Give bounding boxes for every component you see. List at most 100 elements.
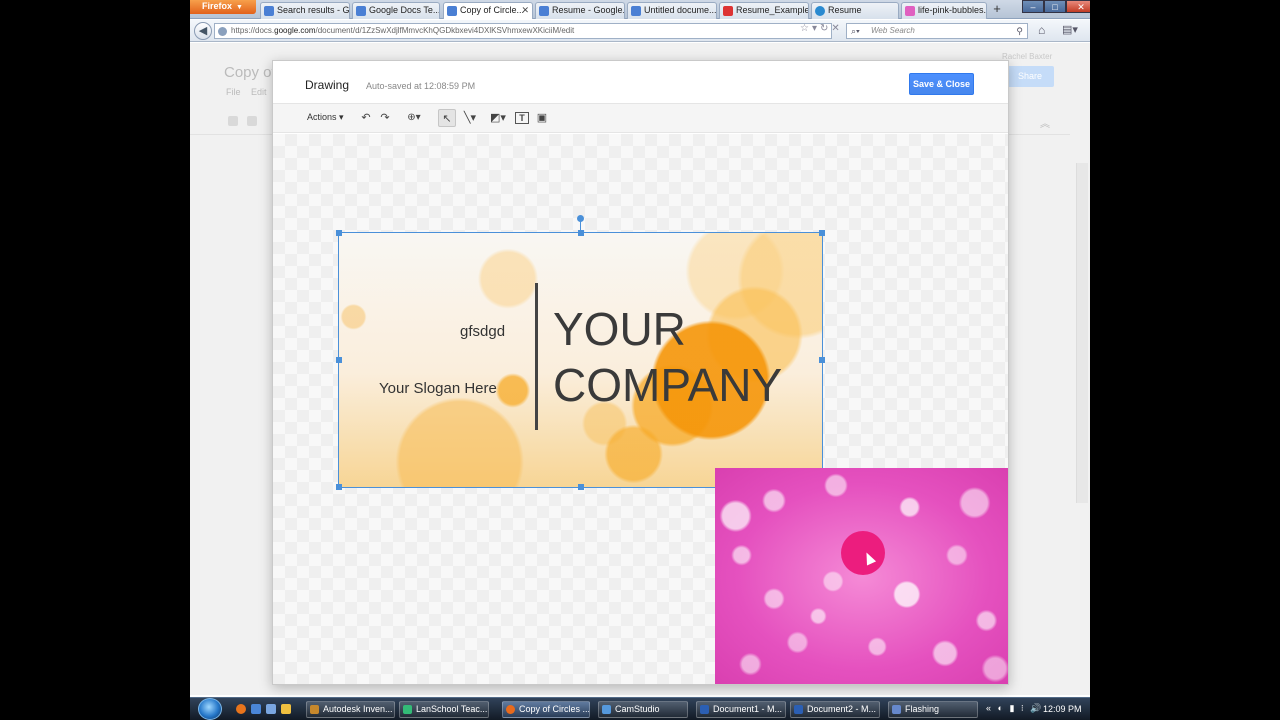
browser-tab-google-docs-te[interactable]: Google Docs Te...: [352, 2, 440, 19]
undo-icon[interactable]: [247, 116, 257, 126]
firefox-quicklaunch-icon[interactable]: [236, 704, 246, 714]
zoom-icon[interactable]: ⊕▾: [403, 109, 425, 127]
image-icon[interactable]: ▣: [535, 109, 549, 127]
task-flashing[interactable]: Flashing: [888, 701, 978, 718]
task-document2[interactable]: Document2 - M...: [790, 701, 880, 718]
task-label: CamStudio: [615, 704, 660, 714]
home-icon[interactable]: ⌂: [1038, 23, 1045, 37]
line-icon[interactable]: ╲▾: [459, 109, 481, 127]
url-domain: google.com: [274, 26, 316, 35]
task-label: Flashing: [905, 704, 940, 714]
firefox-menu-button[interactable]: Firefox ▼: [190, 0, 256, 14]
search-results-icon: [264, 6, 274, 16]
search-engine-icon[interactable]: ⌕▾: [851, 24, 860, 38]
reload-icon[interactable]: ↻: [820, 23, 831, 34]
browser-tab-resume-example[interactable]: Resume_Example...: [719, 2, 809, 19]
tab-label: Resume_Example...: [736, 5, 809, 15]
google-docs-icon: [447, 6, 457, 16]
google-docs-icon: [539, 6, 549, 16]
globe-icon: [815, 6, 825, 16]
browser-tab-untitled-document[interactable]: Untitled docume...: [627, 2, 717, 19]
system-tray[interactable]: « ◐ ▮ ⁝ 🔊: [986, 703, 1043, 714]
resize-handle-top-right[interactable]: [819, 230, 825, 236]
maximize-button[interactable]: □: [1044, 0, 1066, 13]
print-icon[interactable]: [228, 116, 238, 126]
collapse-icon[interactable]: ︽: [1040, 115, 1050, 130]
task-label: Autodesk Inven...: [323, 704, 393, 714]
document-scrollbar[interactable]: [1076, 163, 1088, 503]
pdf-icon: [723, 6, 733, 16]
tab-label: Copy of Circle...: [460, 5, 525, 15]
textbox-icon[interactable]: T: [515, 112, 529, 124]
close-tab-icon[interactable]: ✕: [521, 3, 529, 18]
browser-tab-strip: Firefox ▼ Search results - G... Google Do…: [190, 0, 1090, 19]
desktop-quicklaunch-icon[interactable]: [251, 704, 261, 714]
taskbar-clock[interactable]: 12:09 PM: [1043, 704, 1082, 714]
share-button[interactable]: Share: [1006, 66, 1054, 87]
url-bar-tools: ☆▾↻✕: [800, 23, 843, 34]
resize-handle-right[interactable]: [819, 357, 825, 363]
tab-label: Resume - Google...: [552, 5, 625, 15]
shape-icon[interactable]: ◩▾: [485, 109, 511, 127]
task-camstudio[interactable]: CamStudio: [598, 701, 688, 718]
google-docs-icon: [631, 6, 641, 16]
start-button[interactable]: [198, 698, 222, 720]
browser-tab-resume[interactable]: Resume: [811, 2, 899, 19]
bookmark-star-icon[interactable]: ☆: [800, 23, 812, 34]
card-name-text[interactable]: gfsdgd: [460, 323, 505, 340]
drawing-title: Drawing: [305, 78, 350, 92]
screen: Firefox ▼ Search results - G... Google Do…: [190, 0, 1090, 720]
close-window-button[interactable]: ✕: [1066, 0, 1090, 13]
task-label: Document1 - M...: [713, 704, 783, 714]
undo-icon[interactable]: ↶: [359, 109, 373, 127]
back-button[interactable]: ◀: [194, 22, 212, 40]
browser-tab-life-pink-bubbles[interactable]: life-pink-bubbles...: [901, 2, 987, 19]
document-menu[interactable]: File Edit: [226, 87, 267, 97]
resize-handle-top-left[interactable]: [336, 230, 342, 236]
url-bar[interactable]: https://docs.google.com/document/d/1ZzSw…: [214, 23, 832, 39]
search-icon[interactable]: ⚲: [1016, 24, 1023, 38]
pink-bubbles-image[interactable]: [715, 468, 1008, 684]
dropdown-icon[interactable]: ▾: [812, 23, 820, 34]
rotation-handle[interactable]: [577, 215, 584, 222]
user-name[interactable]: Rachel Baxter: [1002, 52, 1052, 61]
card-company-text[interactable]: YOUR COMPANY: [553, 301, 782, 413]
window-quicklaunch-icon[interactable]: [266, 704, 276, 714]
drawing-toolbar: Actions ▾ ↶ ↷ ⊕▾ ↖ ╲▾ ◩▾ T ▣: [273, 103, 1008, 133]
autodesk-icon: [310, 705, 319, 714]
resize-handle-bottom-left[interactable]: [336, 484, 342, 490]
stop-icon[interactable]: ✕: [831, 23, 842, 34]
business-card-image[interactable]: gfsdgd Your Slogan Here YOUR COMPANY: [339, 233, 822, 487]
browser-tab-search-results[interactable]: Search results - G...: [260, 2, 350, 19]
site-identity-icon: [218, 27, 227, 36]
document-title[interactable]: Copy of: [224, 64, 276, 81]
task-document1[interactable]: Document1 - M...: [696, 701, 786, 718]
firefox-menu-label: Firefox: [202, 1, 233, 11]
browser-tab-resume-google[interactable]: Resume - Google...: [535, 2, 625, 19]
bookmarks-menu-icon[interactable]: ▤▾: [1062, 23, 1078, 36]
redo-icon[interactable]: ↷: [378, 109, 392, 127]
task-firefox-copy-of-circles[interactable]: Copy of Circles ...: [502, 701, 590, 718]
flashing-icon: [892, 705, 901, 714]
firefox-icon: [506, 705, 515, 714]
actions-label: Actions: [307, 112, 337, 122]
select-arrow-icon[interactable]: ↖: [438, 109, 456, 127]
drawing-canvas[interactable]: gfsdgd Your Slogan Here YOUR COMPANY: [273, 134, 1008, 684]
card-slogan-text[interactable]: Your Slogan Here: [379, 380, 497, 397]
new-tab-button[interactable]: +: [988, 2, 1006, 18]
web-search-box[interactable]: ⌕▾ Web Search ⚲: [846, 23, 1028, 39]
resize-handle-bottom[interactable]: [578, 484, 584, 490]
navigation-bar: ◀ https://docs.google.com/document/d/1Zz…: [190, 20, 1090, 42]
minimize-button[interactable]: –: [1022, 0, 1044, 13]
browser-tab-copy-of-circle[interactable]: Copy of Circle... ✕: [443, 2, 533, 19]
folder-quicklaunch-icon[interactable]: [281, 704, 291, 714]
task-autodesk-inventor[interactable]: Autodesk Inven...: [306, 701, 395, 718]
tab-label: life-pink-bubbles...: [918, 5, 987, 15]
resize-handle-left[interactable]: [336, 357, 342, 363]
actions-menu[interactable]: Actions ▾: [307, 112, 344, 123]
task-lanschool[interactable]: LanSchool Teac...: [399, 701, 489, 718]
window-controls: – □ ✕: [1022, 0, 1090, 14]
word-icon: [794, 705, 803, 714]
save-and-close-button[interactable]: Save & Close: [909, 73, 974, 95]
resize-handle-top[interactable]: [578, 230, 584, 236]
